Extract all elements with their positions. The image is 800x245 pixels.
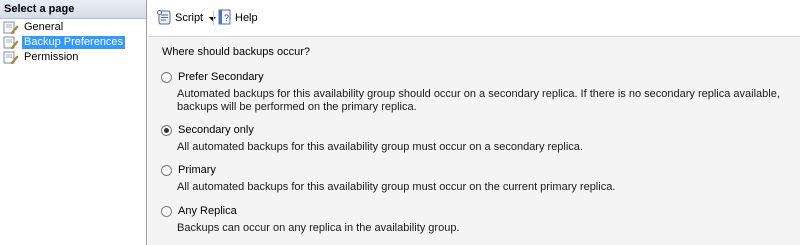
page-wrench-icon: [3, 36, 19, 49]
backup-preferences-panel: Where should backups occur? Prefer Secon…: [148, 37, 800, 245]
backup-location-question: Where should backups occur?: [162, 46, 310, 58]
help-button[interactable]: ? Help: [218, 9, 258, 27]
any-replica-description: Backups can occur on any replica in the …: [177, 222, 460, 234]
page-wrench-icon: [3, 51, 19, 64]
page-selector-header: Select a page: [0, 0, 146, 19]
help-label: Help: [235, 12, 258, 24]
prefer-secondary-radio[interactable]: [161, 71, 172, 83]
script-label: Script: [175, 12, 204, 24]
prefer-secondary-description: Automated backups for this availability …: [177, 88, 780, 113]
sidebar-item-general[interactable]: General: [3, 20, 146, 34]
sidebar-item-label: Backup Preferences: [22, 35, 126, 49]
primary-description: All automated backups for this availabil…: [177, 181, 616, 193]
option-primary[interactable]: Primary: [161, 164, 216, 176]
toolbar-separator: [213, 11, 214, 25]
toolbar: Script ? Help: [148, 0, 800, 37]
option-any-replica[interactable]: Any Replica: [161, 205, 237, 217]
prefer-secondary-label: Prefer Secondary: [178, 71, 264, 83]
svg-text:?: ?: [224, 13, 229, 23]
sidebar-item-label: Permission: [24, 50, 79, 63]
option-prefer-secondary[interactable]: Prefer Secondary: [161, 71, 264, 83]
primary-label: Primary: [178, 164, 216, 176]
secondary-only-description: All automated backups for this availabil…: [177, 141, 583, 153]
secondary-only-label: Secondary only: [178, 124, 254, 136]
script-button[interactable]: Script: [156, 9, 219, 27]
secondary-only-radio[interactable]: [161, 124, 172, 136]
page-selector-panel: Select a page General Backup Preferences: [0, 0, 147, 245]
any-replica-radio[interactable]: [161, 205, 172, 217]
sidebar-item-backup-preferences[interactable]: Backup Preferences: [3, 35, 146, 49]
sidebar-item-permission[interactable]: Permission: [3, 50, 146, 64]
sidebar-item-label: General: [24, 20, 64, 33]
primary-radio[interactable]: [161, 164, 172, 176]
help-icon: ?: [218, 9, 235, 28]
script-icon: [156, 9, 175, 28]
page-wrench-icon: [3, 21, 19, 34]
any-replica-label: Any Replica: [178, 205, 237, 217]
option-secondary-only[interactable]: Secondary only: [161, 124, 254, 136]
